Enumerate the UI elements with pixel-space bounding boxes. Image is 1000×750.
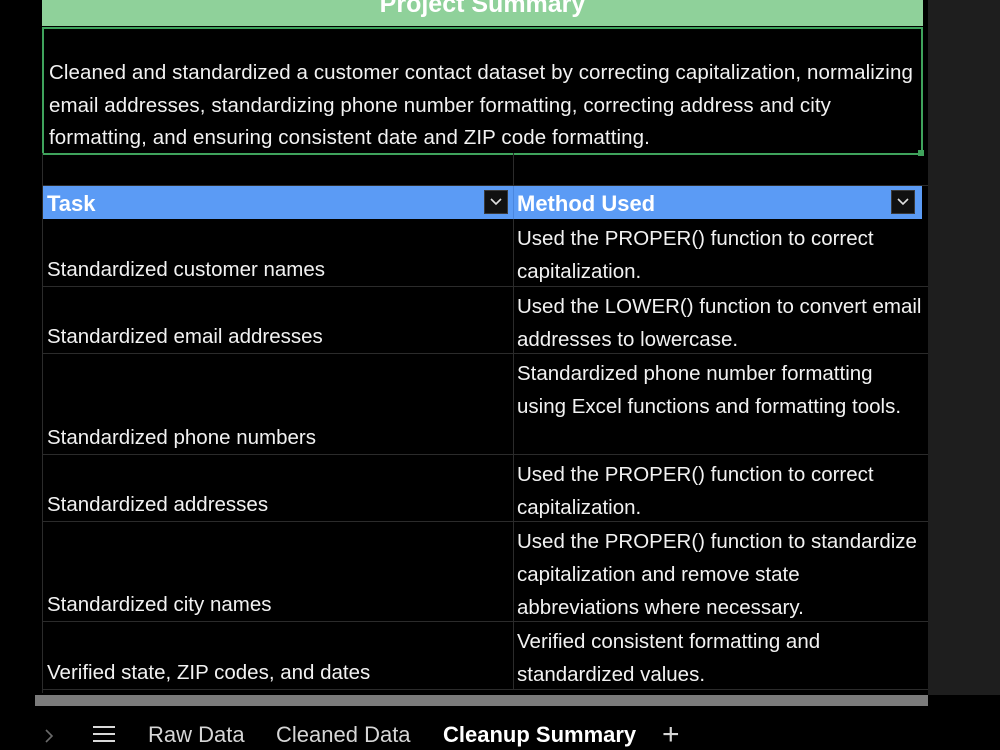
header-task[interactable]: Task xyxy=(47,186,96,219)
column-divider xyxy=(513,622,514,689)
tab-cleaned-data[interactable]: Cleaned Data xyxy=(276,722,411,748)
grid-background-right xyxy=(928,0,1000,695)
project-summary-title-cell[interactable]: Project Summary xyxy=(42,0,923,26)
hamburger-menu-icon[interactable] xyxy=(93,726,115,746)
spreadsheet-window: Project Summary Cleaned and standardized… xyxy=(0,0,1000,750)
horizontal-scrollbar[interactable] xyxy=(35,695,928,706)
table-body: Standardized customer names Used the PRO… xyxy=(42,219,928,690)
cell-method[interactable]: Used the LOWER() function to convert ema… xyxy=(517,290,922,356)
sheet-tab-bar: Raw Data Cleaned Data Cleanup Summary + xyxy=(0,706,1000,750)
cell-task[interactable]: Verified state, ZIP codes, and dates xyxy=(47,656,370,689)
filter-dropdown-task[interactable] xyxy=(484,190,508,214)
tab-cleanup-summary[interactable]: Cleanup Summary xyxy=(443,722,636,748)
table-row[interactable]: Standardized phone numbers Standardized … xyxy=(42,354,928,455)
column-divider xyxy=(513,287,514,353)
cell-task[interactable]: Standardized customer names xyxy=(47,253,325,286)
summary-cell-selected[interactable]: Cleaned and standardized a customer cont… xyxy=(42,27,923,155)
cell-task[interactable]: Standardized addresses xyxy=(47,488,268,521)
cell-task[interactable]: Standardized phone numbers xyxy=(47,421,316,454)
table-row[interactable]: Verified state, ZIP codes, and dates Ver… xyxy=(42,622,928,690)
cell-method[interactable]: Used the PROPER() function to standardiz… xyxy=(517,525,922,624)
filter-dropdown-method[interactable] xyxy=(891,190,915,214)
table-row[interactable]: Standardized email addresses Used the LO… xyxy=(42,287,928,354)
column-divider xyxy=(513,153,514,185)
empty-row[interactable] xyxy=(42,153,928,186)
column-divider xyxy=(513,522,514,621)
chevron-right-icon[interactable] xyxy=(44,724,54,750)
column-divider xyxy=(513,219,514,286)
cell-method[interactable]: Standardized phone number formatting usi… xyxy=(517,357,922,423)
column-divider xyxy=(513,354,514,454)
cell-method[interactable]: Used the PROPER() function to correct ca… xyxy=(517,458,922,524)
header-method-used[interactable]: Method Used xyxy=(517,186,655,219)
plus-icon[interactable]: + xyxy=(662,718,680,750)
chevron-down-icon xyxy=(897,198,909,206)
tab-raw-data[interactable]: Raw Data xyxy=(148,722,245,748)
table-row[interactable]: Standardized customer names Used the PRO… xyxy=(42,219,928,287)
column-divider xyxy=(513,455,514,521)
summary-text: Cleaned and standardized a customer cont… xyxy=(49,61,913,149)
cell-method[interactable]: Verified consistent formatting and stand… xyxy=(517,625,922,691)
cell-task[interactable]: Standardized email addresses xyxy=(47,320,323,353)
column-divider xyxy=(513,186,514,219)
table-row[interactable]: Standardized addresses Used the PROPER()… xyxy=(42,455,928,522)
cell-method[interactable]: Used the PROPER() function to correct ca… xyxy=(517,222,922,288)
table-header-row: Task Method Used xyxy=(42,186,922,219)
cell-task[interactable]: Standardized city names xyxy=(47,588,271,621)
chevron-down-icon xyxy=(490,198,502,206)
project-summary-title: Project Summary xyxy=(379,0,586,18)
table-row[interactable]: Standardized city names Used the PROPER(… xyxy=(42,522,928,622)
